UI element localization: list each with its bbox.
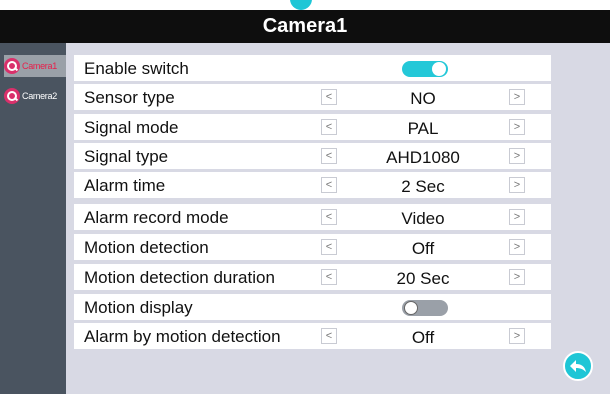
setting-value: Off [411,328,435,347]
setting-label: Alarm time [84,176,166,195]
toggle-knob [432,62,446,76]
setting-value: AHD1080 [386,148,460,167]
prev-arrow-button[interactable]: < [321,177,337,193]
setting-label: Signal type [84,147,169,166]
setting-value: Video [401,209,445,228]
next-arrow-button[interactable]: > [509,177,525,193]
setting-label: Motion detection [84,238,209,257]
next-arrow-button[interactable]: > [509,209,525,225]
setting-value: PAL [407,119,439,138]
setting-row-motion-detection: Motion detection < Off > [74,234,551,260]
setting-value: Off [411,239,435,258]
title-bar: Camera1 [0,10,610,43]
enable-switch-toggle[interactable] [402,61,448,77]
sidebar: Camera1 Camera2 [0,43,66,394]
setting-row-motion-detection-duration: Motion detection duration < 20 Sec > [74,264,551,290]
setting-label: Motion display [84,298,193,317]
back-button[interactable] [563,351,593,381]
setting-row-alarm-by-motion-detection: Alarm by motion detection < Off > [74,323,551,349]
next-arrow-button[interactable]: > [509,148,525,164]
setting-label: Enable switch [84,59,189,78]
next-arrow-button[interactable]: > [509,89,525,105]
next-arrow-button[interactable]: > [509,119,525,135]
setting-row-alarm-time: Alarm time < 2 Sec > [74,172,551,198]
setting-value: 20 Sec [396,269,450,288]
next-arrow-button[interactable]: > [509,239,525,255]
prev-arrow-button[interactable]: < [321,119,337,135]
setting-label: Alarm by motion detection [84,327,281,346]
setting-row-signal-type: Signal type < AHD1080 > [74,143,551,169]
setting-label: Alarm record mode [84,208,229,227]
setting-label: Sensor type [84,88,175,107]
prev-arrow-button[interactable]: < [321,239,337,255]
prev-arrow-button[interactable]: < [321,209,337,225]
sidebar-item-label: Camera1 [22,61,57,71]
sidebar-item-camera1[interactable]: Camera1 [4,55,66,77]
camera-search-icon [4,88,20,104]
setting-label: Signal mode [84,118,179,137]
setting-value: 2 Sec [401,177,445,196]
setting-row-alarm-record-mode: Alarm record mode < Video > [74,204,551,230]
setting-row-motion-display: Motion display [74,294,551,320]
top-indicator [290,0,312,10]
toggle-knob [404,301,418,315]
prev-arrow-button[interactable]: < [321,328,337,344]
setting-label: Motion detection duration [84,268,275,287]
next-arrow-button[interactable]: > [509,269,525,285]
sidebar-item-camera2[interactable]: Camera2 [4,85,66,107]
setting-row-sensor-type: Sensor type < NO > [74,84,551,110]
prev-arrow-button[interactable]: < [321,148,337,164]
sidebar-item-label: Camera2 [22,91,57,101]
prev-arrow-button[interactable]: < [321,269,337,285]
setting-row-signal-mode: Signal mode < PAL > [74,114,551,140]
next-arrow-button[interactable]: > [509,328,525,344]
setting-row-enable-switch: Enable switch [74,55,551,81]
back-arrow-icon [570,360,586,372]
page-title: Camera1 [262,15,348,37]
motion-display-toggle[interactable] [402,300,448,316]
setting-value: NO [410,89,436,108]
prev-arrow-button[interactable]: < [321,89,337,105]
camera-search-icon [4,58,20,74]
